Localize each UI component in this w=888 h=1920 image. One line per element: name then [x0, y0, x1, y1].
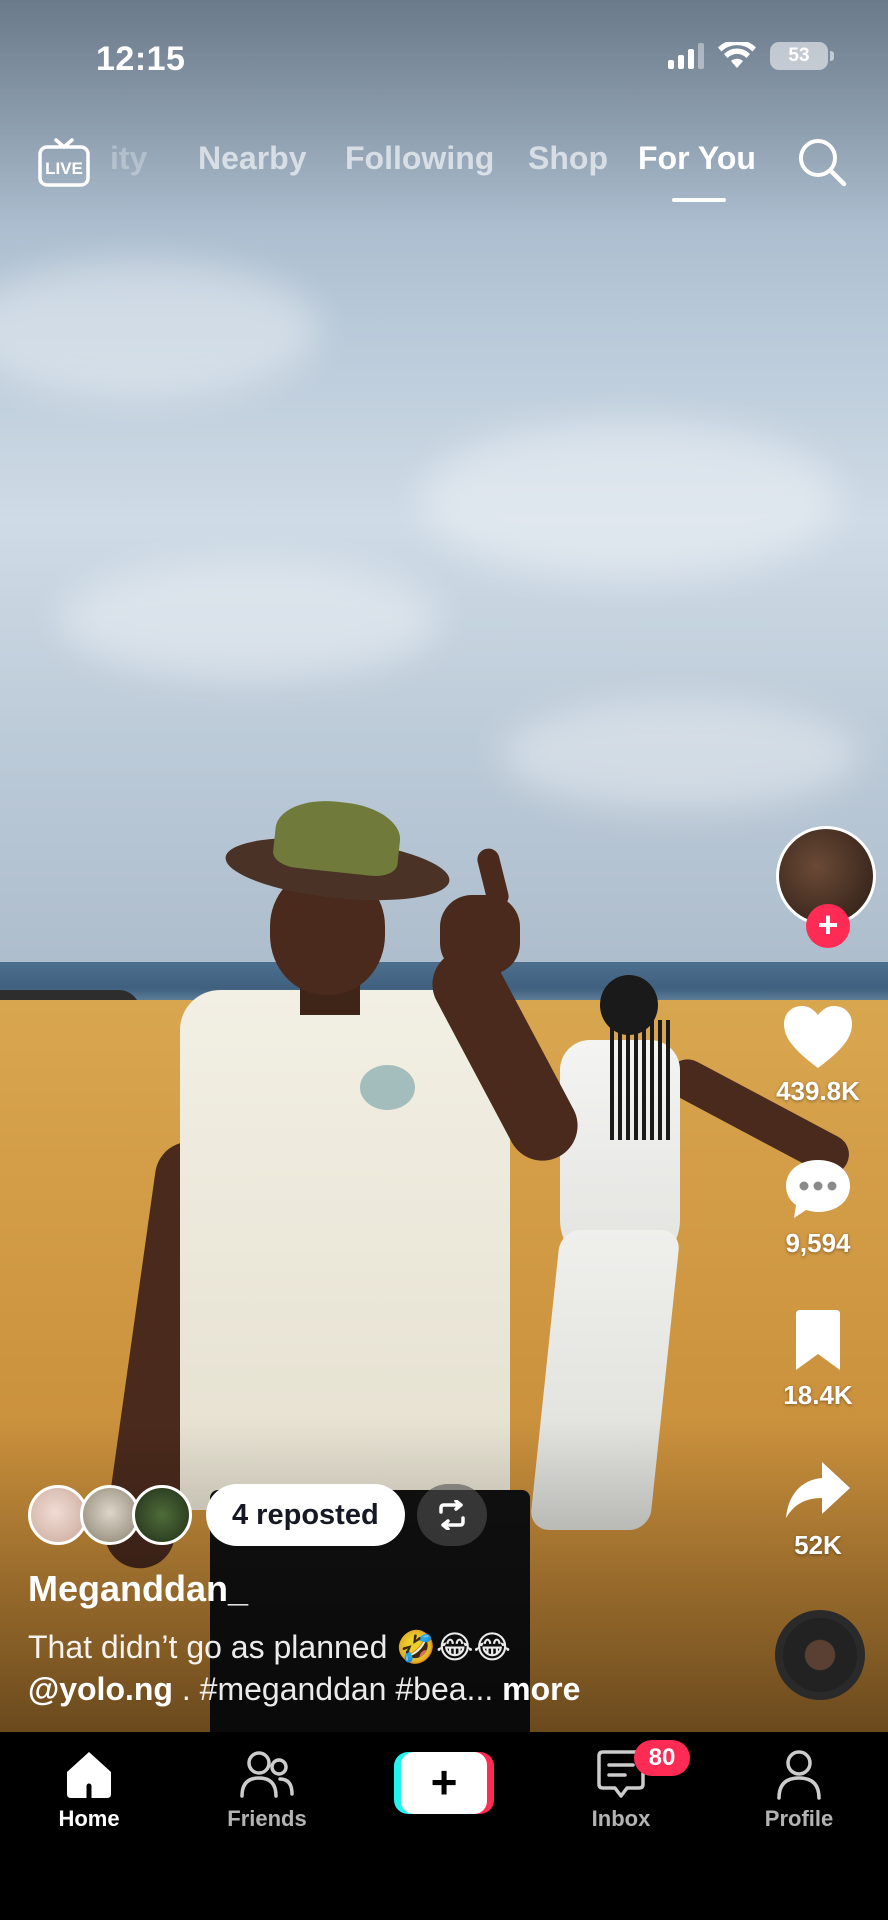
follow-button[interactable]: + — [806, 904, 850, 948]
sound-disc[interactable] — [775, 1610, 865, 1700]
turtle-print — [360, 1065, 415, 1110]
bottom-tab-bar: Home Friends + 80 Inbox Profile — [0, 1732, 888, 1920]
inbox-badge: 80 — [634, 1740, 690, 1776]
save-button[interactable]: 18.4K — [748, 1308, 888, 1411]
status-icons: 53 — [668, 42, 834, 70]
share-arrow-icon — [786, 1462, 850, 1518]
tab-inbox[interactable]: 80 Inbox — [546, 1740, 696, 1832]
signal-icon — [668, 43, 704, 69]
battery-icon: 53 — [770, 42, 834, 70]
tab-friends-label: Friends — [227, 1806, 307, 1831]
tab-profile[interactable]: Profile — [724, 1748, 874, 1832]
tab-for-you[interactable]: For You — [638, 140, 756, 177]
caption-line-2: @yolo.ng . #meganddan #bea... more — [28, 1668, 728, 1710]
status-time: 12:15 — [96, 40, 186, 78]
reposter-avatar[interactable] — [28, 1485, 88, 1545]
hashtags[interactable]: . #meganddan #bea... — [173, 1671, 502, 1707]
cloud — [0, 260, 320, 400]
share-count: 52K — [794, 1530, 842, 1560]
cloud — [420, 420, 840, 580]
save-count: 18.4K — [783, 1380, 853, 1410]
repost-count-pill[interactable]: 4 reposted — [206, 1484, 405, 1546]
share-button[interactable]: 52K — [748, 1458, 888, 1561]
mention-link[interactable]: @yolo.ng — [28, 1671, 173, 1707]
tab-friends[interactable]: Friends — [192, 1748, 342, 1832]
more-link[interactable]: more — [502, 1671, 580, 1707]
like-button[interactable]: 439.8K — [748, 1004, 888, 1107]
plus-icon: + — [401, 1752, 487, 1814]
heart-icon — [784, 1006, 852, 1068]
active-tab-indicator — [672, 198, 726, 202]
live-tv-icon: LIVE — [38, 138, 90, 187]
reposter-avatar[interactable] — [80, 1485, 140, 1545]
repost-row: 4 reposted — [28, 1484, 487, 1546]
repost-button[interactable] — [416, 1484, 487, 1546]
tab-profile-label: Profile — [764, 1806, 834, 1831]
tab-inbox-label: Inbox — [591, 1806, 651, 1831]
woman-braids — [610, 1020, 670, 1140]
live-button[interactable]: LIVE — [36, 134, 92, 190]
post-caption: That didn’t go as planned 🤣😂😂 @yolo.ng .… — [28, 1626, 728, 1710]
tab-community[interactable]: ity — [110, 140, 147, 177]
tab-home-label: Home — [58, 1806, 120, 1831]
comment-icon — [786, 1160, 850, 1218]
top-feed-nav: LIVE ity Nearby Following Shop For You — [0, 130, 888, 210]
bookmark-icon — [796, 1310, 840, 1370]
search-icon — [799, 139, 847, 187]
search-button[interactable] — [794, 134, 850, 190]
caption-text: That didn’t go as planned 🤣😂😂 — [28, 1629, 511, 1665]
tab-following[interactable]: Following — [345, 140, 494, 177]
tab-shop[interactable]: Shop — [528, 140, 608, 177]
cloud — [500, 700, 860, 810]
like-count: 439.8K — [776, 1076, 860, 1106]
man-fist — [440, 895, 520, 975]
plus-icon: + — [817, 904, 839, 945]
home-icon — [67, 1752, 111, 1800]
tab-home[interactable]: Home — [14, 1748, 164, 1832]
repost-icon — [438, 1500, 465, 1530]
comment-button[interactable]: 9,594 — [748, 1156, 888, 1259]
profile-icon — [777, 1750, 821, 1800]
battery-level: 53 — [788, 45, 810, 66]
comment-count: 9,594 — [785, 1228, 851, 1258]
post-username[interactable]: Meganddan_ — [28, 1568, 248, 1610]
create-button[interactable]: + — [394, 1752, 494, 1814]
cloud — [60, 560, 440, 680]
reposter-avatar[interactable] — [132, 1485, 192, 1545]
wifi-icon — [718, 42, 756, 68]
man-hat-crown — [271, 795, 404, 879]
svg-text:LIVE: LIVE — [45, 159, 83, 178]
friends-icon — [240, 1751, 294, 1798]
tiktok-for-you-screen: 12:15 53 LIVE ity Nearby Following Shop … — [0, 0, 888, 1920]
tab-nearby[interactable]: Nearby — [198, 140, 307, 177]
